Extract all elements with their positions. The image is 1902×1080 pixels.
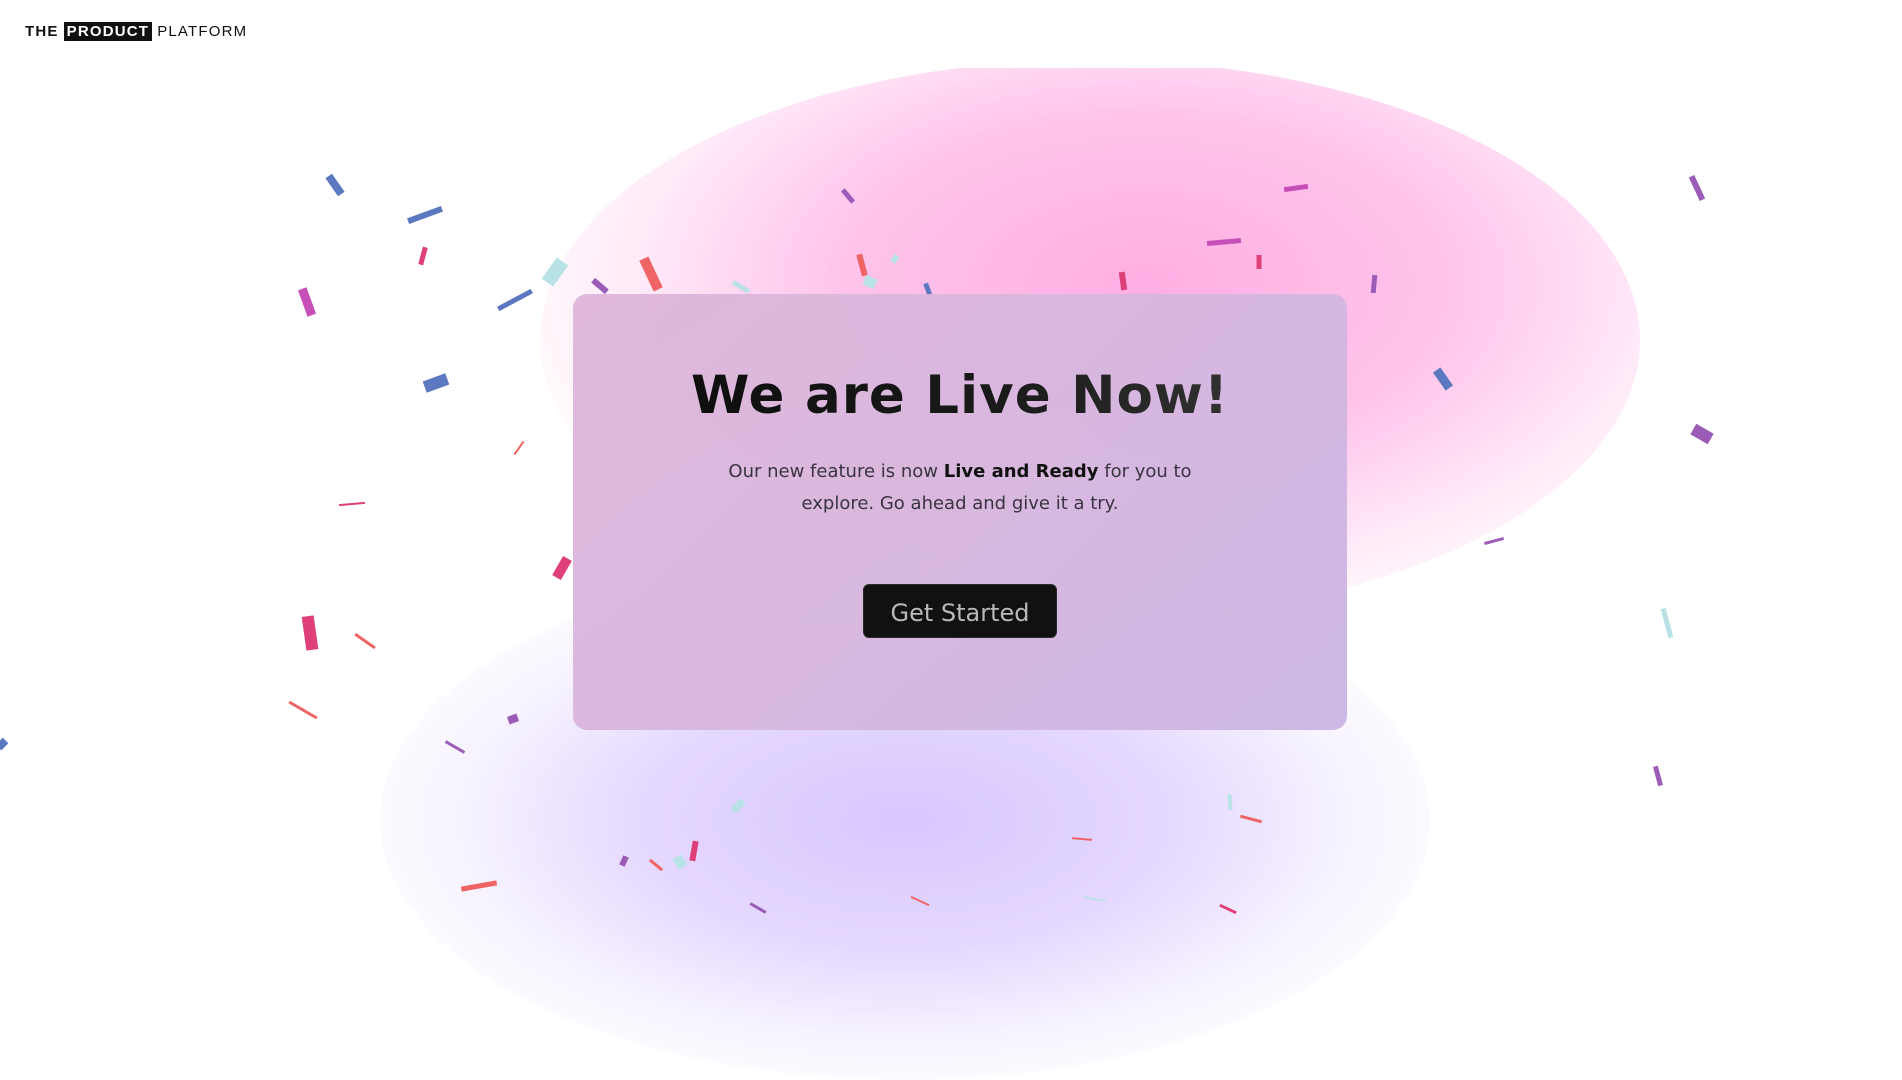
confetti-piece (354, 632, 376, 650)
confetti-piece (1688, 174, 1706, 202)
confetti-piece (338, 501, 366, 507)
confetti-piece (1652, 765, 1664, 787)
confetti-piece (552, 555, 572, 581)
confetti-piece (0, 737, 9, 751)
brand-highlight: PRODUCT (63, 21, 153, 41)
confetti-piece (513, 440, 525, 456)
headline: We are Live Now! (573, 364, 1347, 428)
confetti-piece (325, 173, 345, 197)
confetti-piece (1690, 423, 1714, 445)
brand-logo[interactable]: THE PRODUCT PLATFORM (25, 21, 248, 41)
confetti-piece (418, 246, 428, 266)
description-start: Our new feature is now (728, 461, 944, 482)
confetti-piece (497, 288, 533, 312)
top-bar (0, 0, 1902, 68)
confetti-piece (422, 373, 450, 393)
confetti-piece (407, 206, 443, 224)
brand-suffix: PLATFORM (157, 22, 248, 40)
get-started-button[interactable]: Get Started (863, 584, 1057, 638)
confetti-piece (297, 287, 317, 317)
description-highlight: Live and Ready (943, 461, 1099, 482)
brand-prefix: THE (25, 22, 59, 40)
confetti-piece (288, 700, 318, 720)
confetti-piece (1660, 607, 1674, 639)
confetti-piece (1483, 536, 1505, 546)
feature-description: Our new feature is now Live and Ready fo… (725, 456, 1195, 520)
announcement-card: We are Live Now! Our new feature is now … (573, 294, 1347, 730)
confetti-piece (301, 615, 319, 651)
